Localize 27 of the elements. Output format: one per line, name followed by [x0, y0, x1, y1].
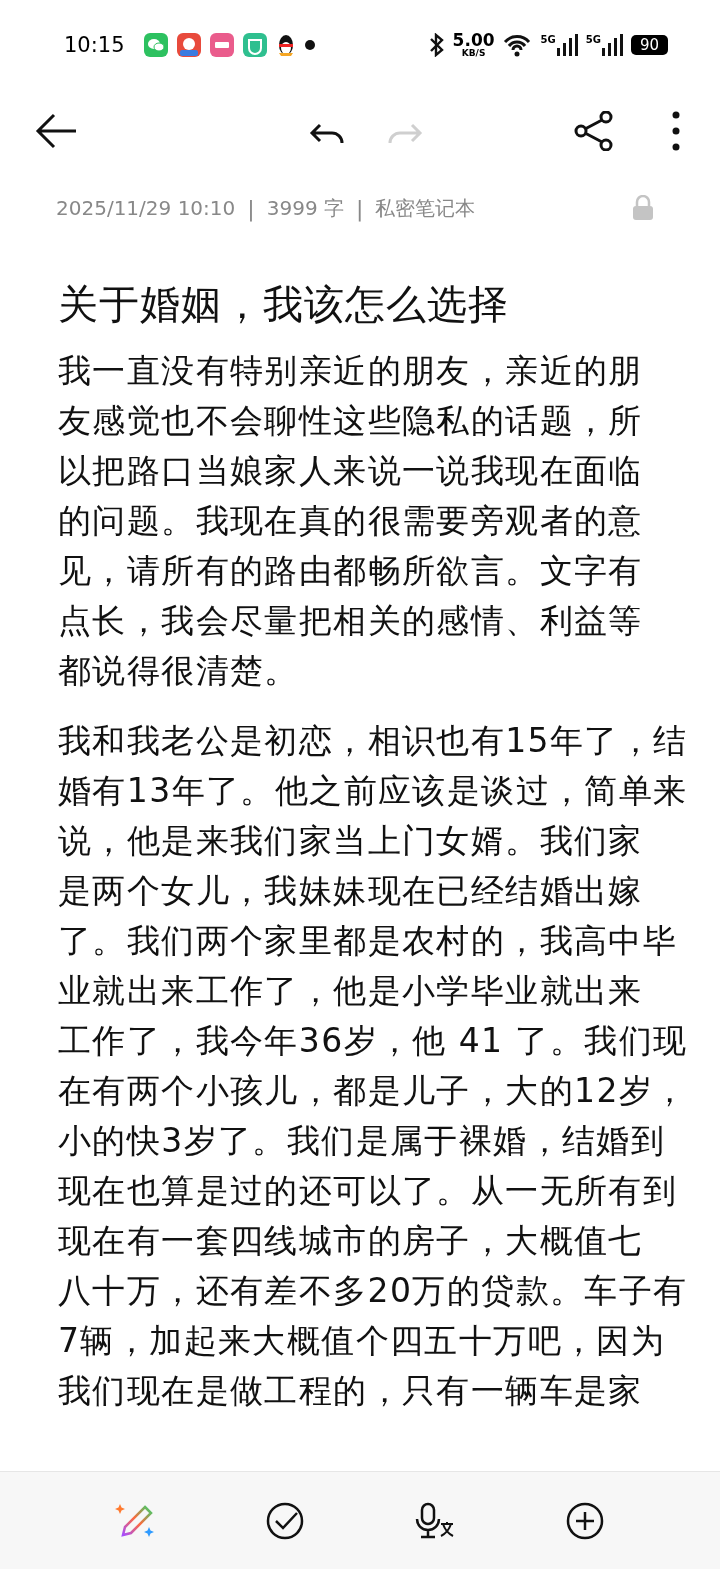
separator: | [355, 195, 364, 221]
word-count: 3999 字 [266, 194, 344, 222]
voice-text-icon[interactable] [415, 1501, 455, 1540]
dot-icon [304, 40, 315, 50]
note-paragraph: 我一直没有特别亲近的朋友，亲近的朋 友感觉也不会聊性这些隐私的话题，所 以把路口当娘家人来说一说我现在面临 的问题。我现在真的很需要旁观者的意 见，请所有的路由都畅所欲言。文字有 点长，我会尽量把相关的感情、利益等 都说得很清楚。 [58, 350, 643, 692]
separator: | [247, 195, 255, 221]
signal-icon [556, 34, 578, 56]
app-icon[interactable] [176, 33, 201, 57]
clock: 10:15 [64, 33, 125, 57]
share-icon[interactable] [574, 111, 614, 151]
note-title: 关于婚姻，我该怎么选择 [58, 280, 510, 329]
wifi-icon [502, 33, 533, 57]
notebook-name[interactable]: 私密笔记本 [375, 194, 476, 222]
checklist-icon[interactable] [265, 1500, 305, 1541]
bluetooth-icon [427, 33, 445, 57]
add-icon[interactable] [565, 1500, 605, 1541]
battery-level: 90 [630, 35, 668, 55]
network-speed: 5.00 [452, 32, 495, 49]
more-icon[interactable] [672, 111, 680, 151]
signal-icon [601, 34, 623, 56]
network-type: 5G [585, 34, 601, 45]
note-paragraph: 我和我老公是初恋，相识也有15年了，结 婚有13年了。他之前应该是谈过，简单来 说，他是来我们家当上门女婿。我们家 是两个女儿，我妹妹现在已经结婚出嫁 了。我们两个家里都是农村的，我高中毕 业就出来工作了，他是小学毕业就出来 工作了，我今年36岁，他 41 了。我们现 在有两个小孩儿，都是儿子，大的12岁， 小的快3岁了。我们是属于裸婚，结婚到 现在也算是过的还可以了。从一无所有到 现在有一套四线城市的房子，大概值七 八十万，还有差不多20万的贷款。车子有 7辆，加起来大概值个四五十万吧，因为 我们现在是做工程的，只有一辆车是家 [58, 720, 688, 1412]
note-date: 2025/11/29 10:10 [56, 196, 236, 220]
speed-unit: KB/S [461, 49, 486, 58]
back-icon[interactable] [34, 111, 78, 151]
app-icon[interactable] [209, 33, 234, 57]
network-type: 5G [540, 34, 556, 45]
